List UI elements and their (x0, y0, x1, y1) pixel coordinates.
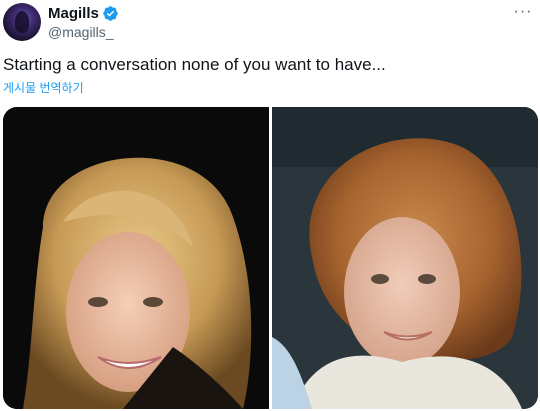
author-name-row: Magills (48, 4, 119, 22)
photo-left-illustration (3, 107, 269, 409)
more-options-icon[interactable]: ··· (510, 2, 536, 22)
photo-right-illustration (272, 107, 538, 409)
author-display-name[interactable]: Magills (48, 5, 99, 22)
tweet-text: Starting a conversation none of you want… (3, 55, 386, 74)
tweet-media-grid (3, 107, 538, 409)
photo-right[interactable] (272, 107, 538, 409)
translate-post-link[interactable]: 게시물 번역하기 (3, 79, 84, 96)
avatar[interactable] (3, 3, 41, 41)
photo-left[interactable] (3, 107, 269, 409)
tweet-header: Magills @magills_ ··· (0, 0, 540, 44)
verified-badge-icon (102, 5, 119, 22)
author-handle[interactable]: @magills_ (48, 24, 114, 40)
